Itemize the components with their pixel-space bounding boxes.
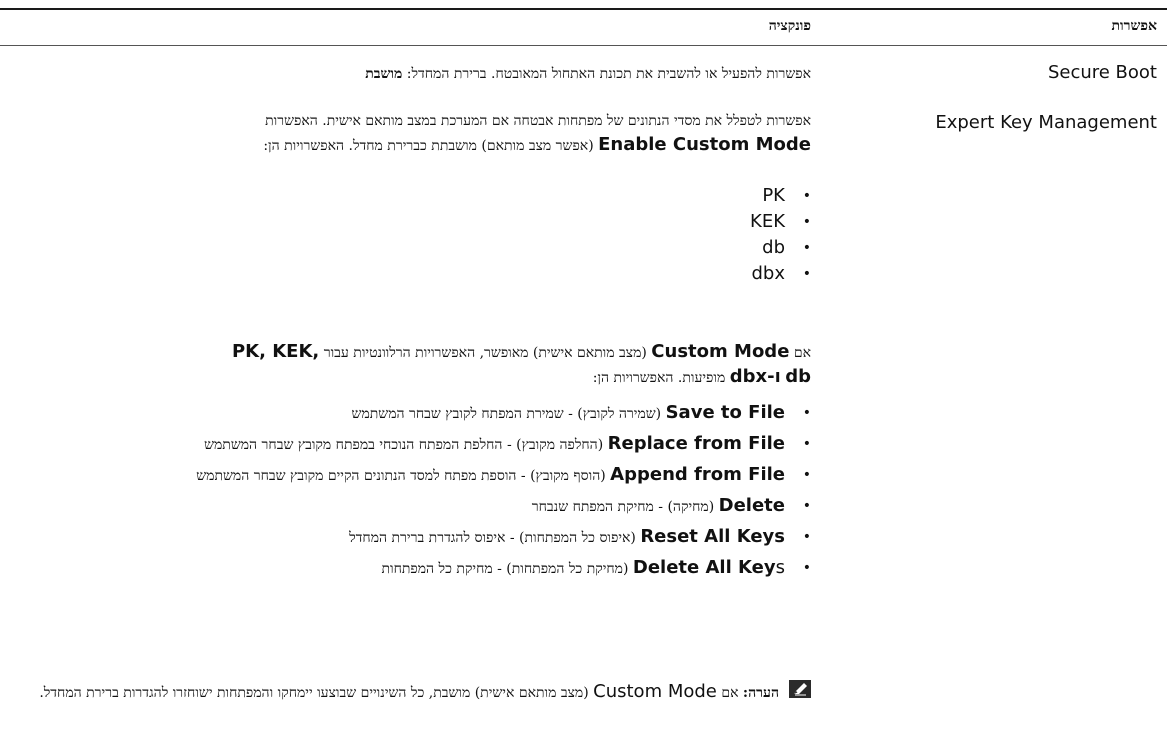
custom-mode-term: Custom Mode xyxy=(651,341,790,362)
note-text: (מצב מותאם אישית) מושבת, כל השינויים שבו… xyxy=(39,685,589,701)
note-paragraph: הערה: אם Custom Mode (מצב מותאם אישית) מ… xyxy=(39,681,779,702)
list-item: • Delete (מחיקה) - מחיקת המפתח שנבחר xyxy=(531,495,811,516)
key-actions-list: • Save to File (שמירה לקובץ) - שמירת המפת… xyxy=(51,404,811,578)
secure-boot-text: אפשרות להפעיל או להשבית את תכונת האתחול … xyxy=(406,66,811,82)
expert-key-intro-line1: אפשרות לטפלל את מסדי הנתונים של מפתחות א… xyxy=(265,113,811,129)
secure-boot-description: אפשרות להפעיל או להשבית את תכונת האתחול … xyxy=(11,62,811,86)
list-item: • Save to File (שמירה לקובץ) - שמירת המפת… xyxy=(351,402,811,423)
expert-key-intro: אפשרות לטפלל את מסדי הנתונים של מפתחות א… xyxy=(11,109,811,158)
list-item: • dbx xyxy=(751,263,811,284)
document-page: אפשרות פונקציה Secure Boot אפשרות להפעיל… xyxy=(0,0,1167,737)
column-header-option: אפשרות xyxy=(1111,18,1157,34)
column-header-function: פונקציה xyxy=(768,18,811,34)
expert-key-intro-rest: (אפשר מצב מותאם) מושבתת כברירת מחדל. האפ… xyxy=(263,138,594,154)
list-item: • Replace from File (החלפה מקובץ) - החלפת… xyxy=(204,433,811,454)
list-item: • db xyxy=(762,237,811,258)
table-top-rule xyxy=(0,8,1167,10)
option-secure-boot: Secure Boot xyxy=(1047,62,1157,83)
note-custom-mode-term: Custom Mode xyxy=(593,681,717,702)
list-item: • PK xyxy=(762,185,811,206)
list-item: • KEK xyxy=(750,211,811,232)
list-item: • Delete All Keys (מחיקת כל המפתחות) - מח… xyxy=(381,557,811,578)
list-item: • Append from File (הוסף מקובץ) - הוספת מ… xyxy=(196,464,811,485)
custom-mode-paragraph: אם Custom Mode (מצב מותאם אישית) מאופשר,… xyxy=(231,341,811,387)
list-item: • Reset All Keys (איפוס כל המפתחות) - איפ… xyxy=(349,526,811,547)
custom-keys-term: PK, KEK, xyxy=(231,341,320,362)
note-pencil-icon xyxy=(789,680,811,698)
enable-custom-mode-term: Enable Custom Mode xyxy=(598,134,811,155)
header-divider xyxy=(0,45,1167,46)
option-expert-key-management: Expert Key Management xyxy=(935,112,1157,133)
key-database-list: • PK • KEK • db • dbx xyxy=(750,183,811,287)
note-label: הערה: xyxy=(742,685,779,701)
secure-boot-default: מושבת xyxy=(365,66,403,82)
